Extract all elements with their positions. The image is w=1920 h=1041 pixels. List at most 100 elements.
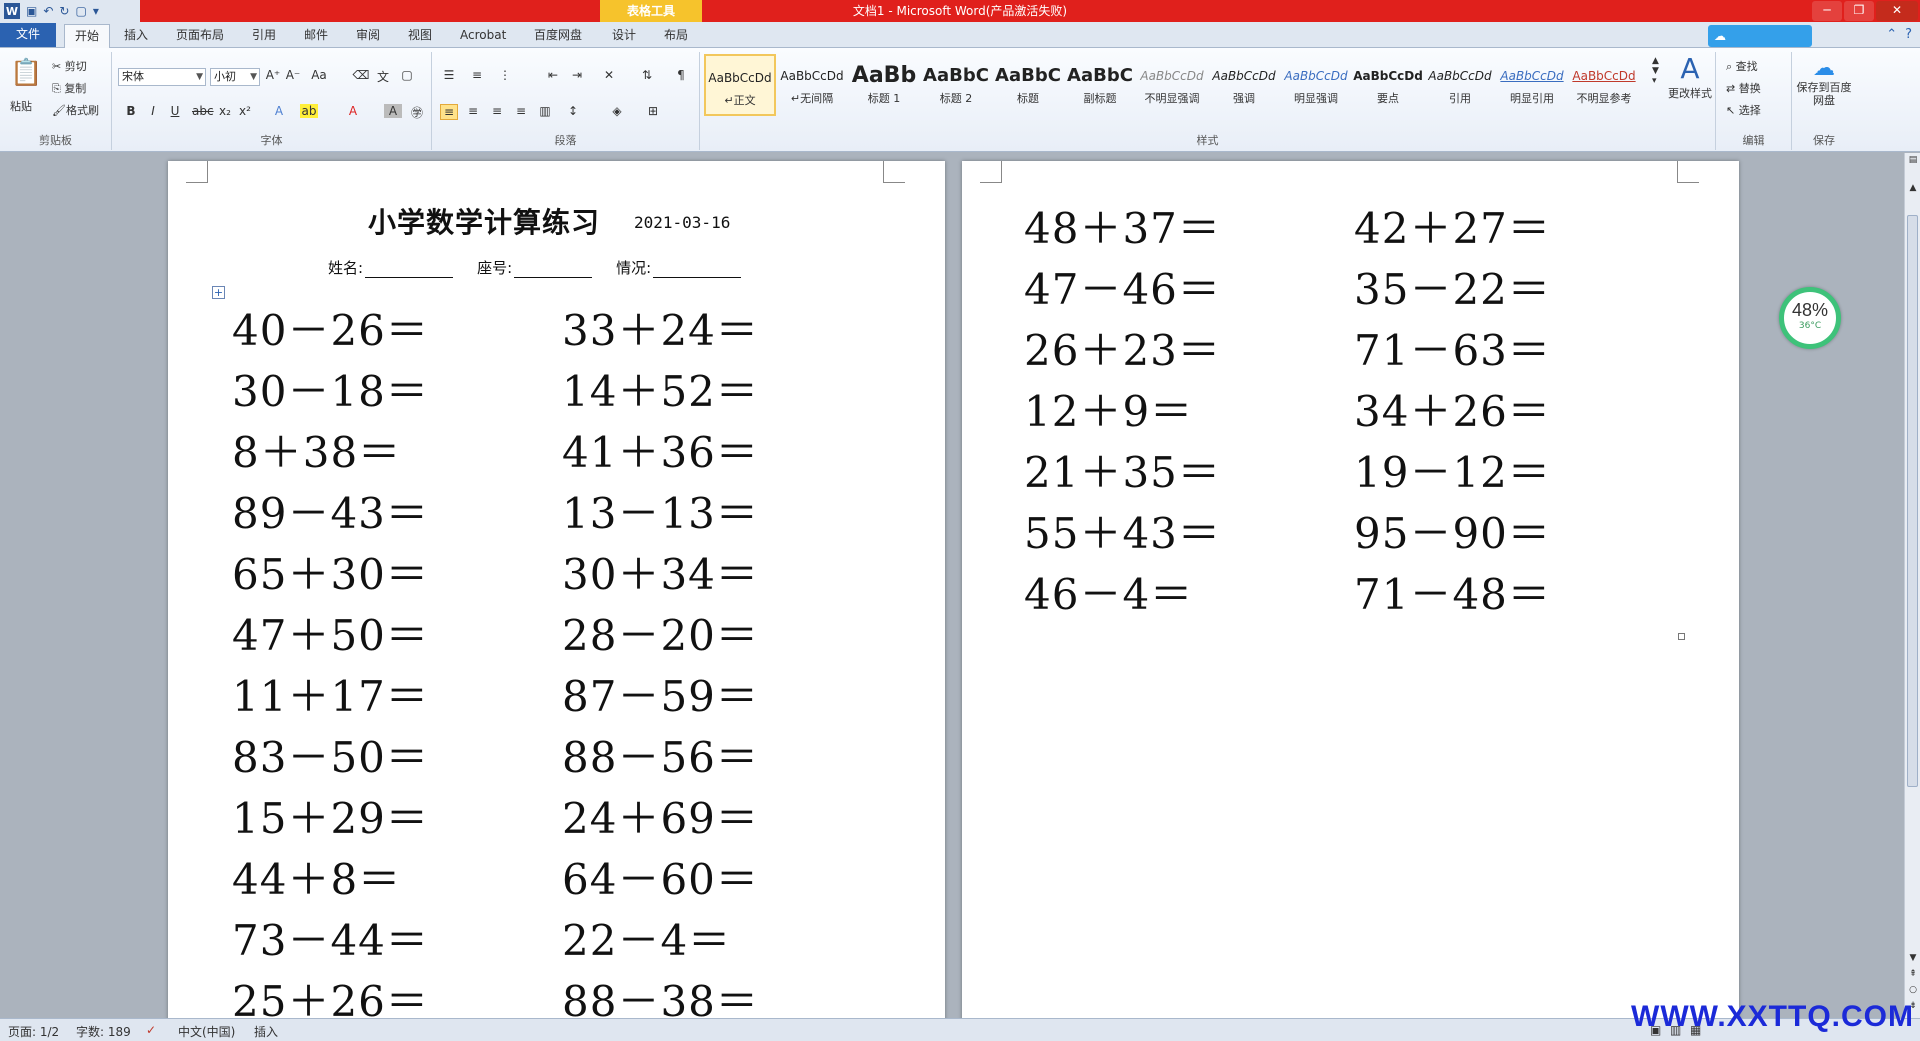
page-1[interactable]: 小学数学计算练习 2021-03-16 姓名: 座号: 情况: + 40－26＝… (168, 161, 945, 1018)
underline-icon[interactable]: U (166, 104, 184, 118)
math-problem[interactable]: 47－46＝ (1024, 256, 1221, 317)
paste-icon[interactable]: 📋 (10, 58, 42, 88)
scrollbar-thumb[interactable] (1907, 215, 1918, 787)
insert-mode[interactable]: 插入 (254, 1023, 278, 1040)
redo-icon[interactable]: ↻ (59, 4, 69, 18)
browse-object-icon[interactable]: ○ (1905, 985, 1920, 995)
line-spacing-icon[interactable]: ↕ (564, 104, 582, 118)
enclose-char-icon[interactable]: ㊫ (408, 104, 426, 121)
tab-file[interactable]: 文件 (0, 23, 56, 47)
math-problem[interactable]: 22－4＝ (562, 907, 731, 968)
math-problem[interactable]: 95－90＝ (1354, 500, 1551, 561)
math-problem[interactable]: 40－26＝ (232, 297, 429, 358)
align-right-icon[interactable]: ≡ (488, 104, 506, 118)
change-case-icon[interactable]: Aa (310, 68, 328, 82)
math-problem[interactable]: 8＋38＝ (232, 419, 401, 480)
tab-layout[interactable]: 布局 (654, 24, 698, 48)
tab-home[interactable]: 开始 (64, 24, 111, 48)
math-problem[interactable]: 24＋69＝ (562, 785, 759, 846)
scroll-up-icon[interactable]: ▲ (1905, 183, 1920, 193)
math-problem[interactable]: 87－59＝ (562, 663, 759, 724)
decrease-indent-icon[interactable]: ⇤ (544, 68, 562, 82)
font-size-combo[interactable]: 小初 ▼ (210, 68, 260, 86)
minimize-icon[interactable]: ─ (1812, 1, 1842, 21)
math-problem[interactable]: 71－63＝ (1354, 317, 1551, 378)
replace-button[interactable]: ⇄ 替换 (1726, 80, 1761, 96)
vertical-scrollbar[interactable]: ▤ ▲ ▼ ⇞ ○ ⇟ (1904, 153, 1920, 1018)
math-problem[interactable]: 46－4＝ (1024, 561, 1193, 622)
style-intense-emphasis[interactable]: AaBbCcDd 明显强调 (1280, 54, 1352, 116)
tab-review[interactable]: 审阅 (346, 24, 390, 48)
style-heading-2[interactable]: AaBbC 标题 2 (920, 54, 992, 116)
math-problem[interactable]: 64－60＝ (562, 846, 759, 907)
superscript-icon[interactable]: x² (236, 104, 254, 118)
bold-icon[interactable]: B (122, 104, 140, 118)
style-normal[interactable]: AaBbCcDd ↵正文 (704, 54, 776, 116)
style-emphasis[interactable]: AaBbCcDd 强调 (1208, 54, 1280, 116)
word-icon[interactable]: W (4, 3, 20, 19)
undo-icon[interactable]: ↶ (43, 4, 53, 18)
math-problem[interactable]: 14＋52＝ (562, 358, 759, 419)
math-problem[interactable]: 25＋26＝ (232, 968, 429, 1018)
status-blank[interactable] (653, 262, 742, 278)
new-icon[interactable]: ▢ (75, 4, 86, 18)
style-title[interactable]: AaBbC 标题 (992, 54, 1064, 116)
math-problem[interactable]: 73－44＝ (232, 907, 429, 968)
document-area[interactable]: 小学数学计算练习 2021-03-16 姓名: 座号: 情况: + 40－26＝… (0, 153, 1904, 1018)
strikethrough-icon[interactable]: abc (192, 104, 214, 118)
copy-button[interactable]: ⎘ 复制 (52, 80, 86, 96)
tab-mailings[interactable]: 邮件 (294, 24, 338, 48)
math-problem[interactable]: 33＋24＝ (562, 297, 759, 358)
math-problem[interactable]: 35－22＝ (1354, 256, 1551, 317)
tab-acrobat[interactable]: Acrobat (450, 24, 516, 48)
distributed-icon[interactable]: ▥ (536, 104, 554, 118)
style-intense-quote[interactable]: AaBbCcDd 明显引用 (1496, 54, 1568, 116)
char-shading-icon[interactable]: A (384, 104, 402, 118)
style-heading-1[interactable]: AaBb 标题 1 (848, 54, 920, 116)
font-color-icon[interactable]: A (344, 104, 362, 118)
math-problem[interactable]: 34＋26＝ (1354, 378, 1551, 439)
text-effects-icon[interactable]: A (270, 104, 288, 118)
page-2[interactable]: 48＋37＝ 47－46＝ 26＋23＝ 12＋9＝ 21＋35＝ 55＋43＝ 46－4＝… (962, 161, 1739, 1018)
borders-icon[interactable]: ⊞ (644, 104, 662, 118)
grow-font-icon[interactable]: A⁺ (264, 68, 282, 82)
tab-insert[interactable]: 插入 (114, 24, 158, 48)
maximize-icon[interactable]: ❐ (1844, 1, 1874, 21)
prev-page-icon[interactable]: ⇞ (1905, 969, 1920, 979)
style-strong[interactable]: AaBbCcDd 要点 (1352, 54, 1424, 116)
seat-blank[interactable] (514, 262, 593, 278)
save-to-baidu-button[interactable]: ☁ 保存到百度网盘 (1796, 56, 1852, 107)
proofing-icon[interactable]: ✓ (146, 1023, 156, 1037)
minimize-ribbon-icon[interactable]: ⌃ (1886, 27, 1897, 42)
shrink-font-icon[interactable]: A⁻ (284, 68, 302, 82)
math-problem[interactable]: 41＋36＝ (562, 419, 759, 480)
tab-design[interactable]: 设计 (602, 24, 646, 48)
math-problem[interactable]: 55＋43＝ (1024, 500, 1221, 561)
math-problem[interactable]: 83－50＝ (232, 724, 429, 785)
math-problem[interactable]: 88－56＝ (562, 724, 759, 785)
language-indicator[interactable]: 中文(中国) (178, 1023, 235, 1040)
style-subtle-reference[interactable]: AaBbCcDd 不明显参考 (1568, 54, 1640, 116)
page-count[interactable]: 页面: 1/2 (8, 1023, 59, 1040)
ruler-toggle-icon[interactable]: ▤ (1905, 155, 1920, 165)
format-painter-button[interactable]: 🖌格式刷 (52, 102, 99, 118)
word-count[interactable]: 字数: 189 (76, 1023, 131, 1040)
paste-button[interactable]: 粘贴 (10, 98, 32, 114)
numbering-icon[interactable]: ≡ (468, 68, 486, 82)
select-button[interactable]: ↖ 选择 (1726, 102, 1761, 118)
baidu-login-button[interactable]: ☁ (1708, 25, 1812, 47)
math-problem[interactable]: 89－43＝ (232, 480, 429, 541)
scroll-down-icon[interactable]: ▼ (1905, 953, 1920, 963)
math-problem[interactable]: 44＋8＝ (232, 846, 401, 907)
math-problem[interactable]: 30－18＝ (232, 358, 429, 419)
math-problem[interactable]: 88－38＝ (562, 968, 759, 1018)
style-no-spacing[interactable]: AaBbCcDd ↵无间隔 (776, 54, 848, 116)
italic-icon[interactable]: I (144, 104, 162, 118)
align-center-icon[interactable]: ≡ (464, 104, 482, 118)
math-problem[interactable]: 15＋29＝ (232, 785, 429, 846)
close-icon[interactable]: ✕ (1876, 1, 1918, 21)
chinese-layout-icon[interactable]: ✕ (600, 68, 618, 82)
style-subtle-emphasis[interactable]: AaBbCcDd 不明显强调 (1136, 54, 1208, 116)
math-problem[interactable]: 30＋34＝ (562, 541, 759, 602)
math-problem[interactable]: 13－13＝ (562, 480, 759, 541)
